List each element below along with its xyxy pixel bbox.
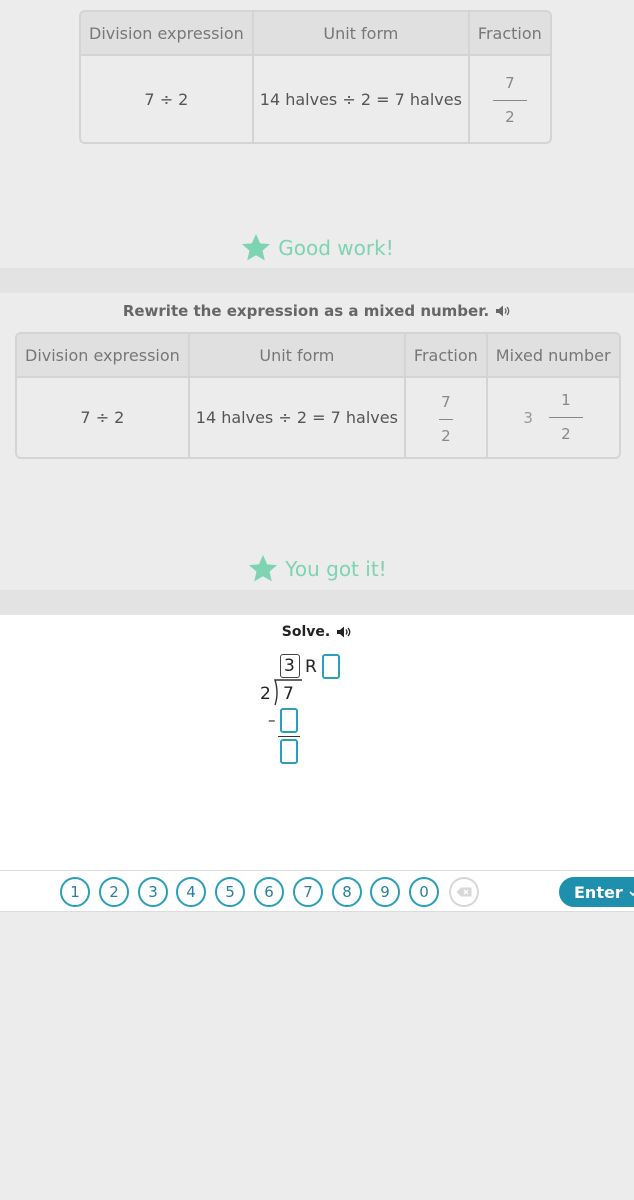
difference-input[interactable] xyxy=(280,739,298,764)
enter-button[interactable]: Enter xyxy=(559,877,634,907)
header-fraction: Fraction xyxy=(405,334,488,378)
quotient-input[interactable]: 3 xyxy=(280,654,300,678)
number-keypad: 1 2 3 4 5 6 7 8 9 0 Enter xyxy=(0,870,634,912)
mixed-number: 3 1 2 xyxy=(523,393,583,442)
cell-unit-form: 14 halves ÷ 2 = 7 halves xyxy=(190,378,406,457)
header-unit-form: Unit form xyxy=(253,12,470,56)
fraction-numerator: 7 xyxy=(505,74,515,92)
mixed-fraction: 1 2 xyxy=(548,391,583,443)
minus-sign: – xyxy=(268,711,276,729)
star-icon xyxy=(242,234,271,261)
remainder-input[interactable] xyxy=(322,654,340,679)
separator xyxy=(0,590,634,615)
prompt-text: Solve. xyxy=(281,624,331,640)
feedback-you-got-it: You got it! xyxy=(0,553,634,585)
enter-label: Enter xyxy=(574,882,623,902)
key-7[interactable]: 7 xyxy=(293,877,323,907)
key-9[interactable]: 9 xyxy=(370,877,400,907)
header-mixed-number: Mixed number xyxy=(487,334,619,378)
header-fraction: Fraction xyxy=(469,12,550,56)
fraction-bar xyxy=(438,418,453,420)
mixed-whole: 3 xyxy=(523,408,533,427)
quotient-value: 3 xyxy=(284,656,295,676)
completed-table-1: Division expression Unit form Fraction 7… xyxy=(79,10,552,144)
key-6[interactable]: 6 xyxy=(254,877,284,907)
dividend: 7 xyxy=(283,684,294,704)
cell-fraction: 7 2 xyxy=(406,378,488,457)
fraction-bar xyxy=(492,100,527,101)
divisor: 2 xyxy=(260,684,271,704)
cell-mixed-number: 3 1 2 xyxy=(488,378,619,457)
speaker-icon[interactable] xyxy=(495,304,511,318)
feedback-text: Good work! xyxy=(278,236,394,260)
cell-division-expression: 7 ÷ 2 xyxy=(17,378,190,457)
key-1[interactable]: 1 xyxy=(60,877,90,907)
key-8[interactable]: 8 xyxy=(332,877,362,907)
fraction-numerator: 1 xyxy=(561,391,571,409)
key-2[interactable]: 2 xyxy=(99,877,129,907)
separator xyxy=(0,268,634,293)
cell-division-expression: 7 ÷ 2 xyxy=(81,56,254,142)
subtract-input[interactable] xyxy=(280,708,298,733)
feedback-text: You got it! xyxy=(285,557,387,581)
completed-table-2: Division expression Unit form Fraction M… xyxy=(15,332,621,459)
fraction-denominator: 2 xyxy=(505,108,515,126)
fraction: 7 2 xyxy=(492,74,527,126)
fraction-denominator: 2 xyxy=(561,425,571,443)
star-icon xyxy=(249,555,278,582)
key-0[interactable]: 0 xyxy=(409,877,439,907)
header-unit-form: Unit form xyxy=(189,334,406,378)
header-division-expression: Division expression xyxy=(17,334,190,378)
backspace-icon xyxy=(456,887,472,897)
checkmark-icon xyxy=(629,891,634,896)
header-division-expression: Division expression xyxy=(81,12,254,56)
cell-unit-form: 14 halves ÷ 2 = 7 halves xyxy=(254,56,470,142)
fraction-numerator: 7 xyxy=(441,392,451,411)
backspace-key[interactable] xyxy=(449,877,479,907)
prompt-text: Rewrite the expression as a mixed number… xyxy=(122,302,490,320)
subtraction-line xyxy=(278,736,300,737)
cell-fraction: 7 2 xyxy=(470,56,550,142)
fraction: 7 2 xyxy=(438,392,453,445)
key-5[interactable]: 5 xyxy=(215,877,245,907)
fraction-denominator: 2 xyxy=(441,426,451,445)
speaker-icon[interactable] xyxy=(336,625,352,639)
active-problem: Solve. 3 R 2 7 – xyxy=(0,615,634,870)
feedback-good-work: Good work! xyxy=(0,232,634,264)
question-prompt: Rewrite the expression as a mixed number… xyxy=(0,302,634,320)
key-4[interactable]: 4 xyxy=(176,877,206,907)
remainder-label: R xyxy=(305,657,317,677)
fraction-bar xyxy=(548,417,583,418)
key-3[interactable]: 3 xyxy=(138,877,168,907)
solve-prompt: Solve. xyxy=(0,624,634,640)
